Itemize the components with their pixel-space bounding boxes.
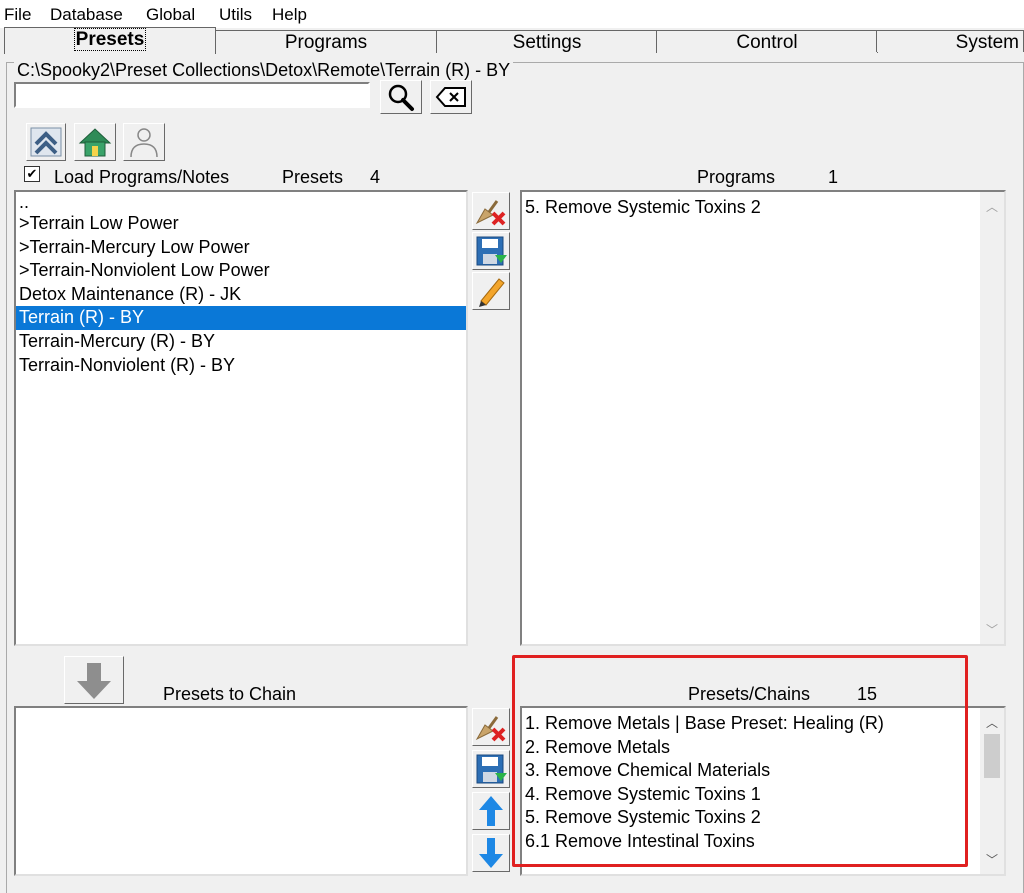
list-item[interactable]: .. xyxy=(16,193,466,212)
menu-global[interactable]: Global xyxy=(146,5,195,25)
clear-presets-button[interactable] xyxy=(472,192,510,230)
move-up-button[interactable] xyxy=(472,792,510,830)
save-chain-button[interactable] xyxy=(472,750,510,788)
search-icon xyxy=(388,84,414,111)
add-to-chain-button[interactable] xyxy=(64,656,124,704)
menu-help[interactable]: Help xyxy=(272,5,307,25)
load-programs-checkbox[interactable]: ✔ xyxy=(24,166,40,182)
presets-to-chain-label: Presets to Chain xyxy=(163,684,297,704)
clear-search-button[interactable] xyxy=(430,80,472,114)
load-programs-label: Load Programs/Notes xyxy=(54,167,230,187)
tab-system[interactable]: System xyxy=(876,30,1024,53)
list-item[interactable]: 3. Remove Chemical Materials xyxy=(522,759,1004,783)
user-icon xyxy=(130,128,158,158)
user-button[interactable] xyxy=(123,123,165,161)
presets-label: Presets xyxy=(282,167,344,187)
up-arrow-icon xyxy=(30,127,62,157)
current-path-title: C:\Spooky2\Preset Collections\Detox\Remo… xyxy=(14,60,514,81)
programs-scrollbar[interactable]: ︿ ﹀ xyxy=(980,192,1004,644)
save-preset-button[interactable] xyxy=(472,232,510,270)
tab-strip: Presets Programs Settings Control System xyxy=(0,27,1024,54)
list-item[interactable]: Terrain-Nonviolent (R) - BY xyxy=(16,354,466,378)
scroll-up-icon: ︿ xyxy=(985,716,998,730)
move-down-button[interactable] xyxy=(472,834,510,872)
list-item-selected[interactable]: Terrain (R) - BY xyxy=(16,306,466,330)
tab-settings[interactable]: Settings xyxy=(436,30,658,53)
list-item[interactable]: >Terrain Low Power xyxy=(16,212,466,236)
list-item[interactable]: 5. Remove Systemic Toxins 2 xyxy=(522,196,1004,220)
list-item[interactable]: 6.1 Remove Intestinal Toxins xyxy=(522,830,1004,854)
save-icon xyxy=(476,236,507,266)
scroll-up-icon: ︿ xyxy=(985,200,998,214)
menu-utils[interactable]: Utils xyxy=(219,5,252,25)
programs-label: Programs xyxy=(697,167,776,187)
tab-programs[interactable]: Programs xyxy=(214,30,438,53)
presets-to-chain-list[interactable] xyxy=(14,706,468,876)
menu-file[interactable]: File xyxy=(4,5,31,25)
scroll-down-icon: ﹀ xyxy=(985,853,998,867)
presets-chains-count: 15 xyxy=(857,684,878,704)
scroll-thumb[interactable] xyxy=(984,734,1000,778)
broom-clear-icon xyxy=(475,200,506,226)
edit-preset-button[interactable] xyxy=(472,272,510,310)
list-item[interactable]: 4. Remove Systemic Toxins 1 xyxy=(522,783,1004,807)
list-item[interactable]: Terrain-Mercury (R) - BY xyxy=(16,330,466,354)
presets-list[interactable]: .. >Terrain Low Power >Terrain-Mercury L… xyxy=(14,190,468,646)
list-item[interactable]: 5. Remove Systemic Toxins 2 xyxy=(522,806,1004,830)
up-arrow-icon xyxy=(479,796,503,826)
tab-presets[interactable]: Presets xyxy=(4,27,216,54)
save-icon xyxy=(476,754,507,784)
broom-clear-icon xyxy=(475,716,506,742)
presets-chains-list[interactable]: 1. Remove Metals | Base Preset: Healing … xyxy=(520,706,1006,876)
programs-list[interactable]: 5. Remove Systemic Toxins 2 ︿ ﹀ xyxy=(520,190,1006,646)
programs-count: 1 xyxy=(828,167,839,187)
menu-database[interactable]: Database xyxy=(50,5,123,25)
clear-icon xyxy=(435,87,466,107)
up-folder-button[interactable] xyxy=(26,123,66,161)
presets-chains-label: Presets/Chains xyxy=(688,684,811,704)
menu-bar: File Database Global Utils Help xyxy=(0,0,1024,28)
down-arrow-icon xyxy=(77,663,111,699)
list-item[interactable]: 1. Remove Metals | Base Preset: Healing … xyxy=(522,712,1004,736)
search-input[interactable] xyxy=(14,82,370,108)
list-item[interactable]: Detox Maintenance (R) - JK xyxy=(16,283,466,307)
presets-count: 4 xyxy=(370,167,381,187)
down-arrow-icon xyxy=(479,838,503,868)
home-icon xyxy=(78,128,112,157)
tab-control[interactable]: Control xyxy=(656,30,878,53)
clear-chain-button[interactable] xyxy=(472,708,510,746)
pencil-icon xyxy=(479,278,505,307)
presets-chains-scrollbar[interactable]: ︿ ﹀ xyxy=(980,708,1004,874)
search-button[interactable] xyxy=(380,80,422,114)
scroll-down-icon: ﹀ xyxy=(985,623,998,637)
list-item[interactable]: 2. Remove Metals xyxy=(522,736,1004,760)
list-item[interactable]: >Terrain-Nonviolent Low Power xyxy=(16,259,466,283)
home-button[interactable] xyxy=(74,123,116,161)
list-item[interactable]: >Terrain-Mercury Low Power xyxy=(16,236,466,260)
